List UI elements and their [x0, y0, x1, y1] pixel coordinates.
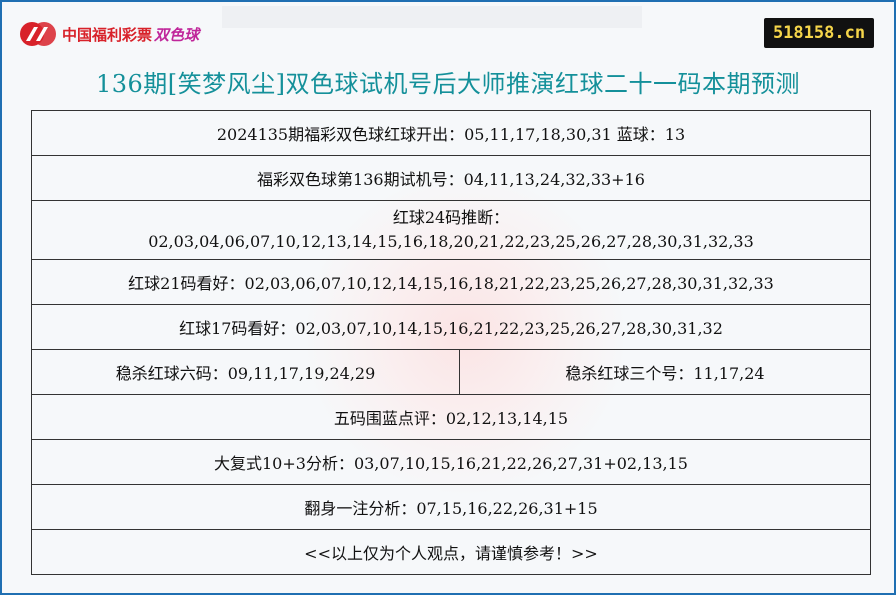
- table-row: 红球24码推断： 02,03,04,06,07,10,12,13,14,15,1…: [31, 200, 871, 260]
- table-row: 五码围蓝点评：02,12,13,14,15: [31, 394, 871, 440]
- prediction-table: 2024135期福彩双色球红球开出：05,11,17,18,30,31 蓝球：1…: [31, 110, 871, 575]
- table-row: <<以上仅为个人观点，请谨慎参考！>>: [31, 529, 871, 575]
- red24-values: 02,03,04,06,07,10,12,13,14,15,16,18,20,2…: [148, 232, 754, 251]
- red17-cell: 红球17码看好：02,03,07,10,14,15,16,21,22,23,25…: [31, 304, 871, 350]
- single-bet-cell: 翻身一注分析：07,15,16,22,26,31+15: [31, 484, 871, 530]
- table-row: 红球17码看好：02,03,07,10,14,15,16,21,22,23,25…: [31, 304, 871, 350]
- disclaimer-cell: <<以上仅为个人观点，请谨慎参考！>>: [31, 529, 871, 575]
- test-numbers-cell: 福彩双色球第136期试机号：04,11,13,24,32,33+16: [31, 155, 871, 201]
- red24-cell: 红球24码推断： 02,03,04,06,07,10,12,13,14,15,1…: [31, 200, 871, 260]
- table-row: 翻身一注分析：07,15,16,22,26,31+15: [31, 484, 871, 530]
- banner-stripe: [222, 6, 642, 28]
- table-row: 红球21码看好：02,03,06,07,10,12,14,15,16,18,21…: [31, 259, 871, 305]
- table-row: 2024135期福彩双色球红球开出：05,11,17,18,30,31 蓝球：1…: [31, 110, 871, 156]
- kill-six-cell: 稳杀红球六码：09,11,17,19,24,29: [31, 349, 460, 395]
- blue-five-cell: 五码围蓝点评：02,12,13,14,15: [31, 394, 871, 440]
- last-draw-cell: 2024135期福彩双色球红球开出：05,11,17,18,30,31 蓝球：1…: [31, 110, 871, 156]
- lottery-logo: 中国福利彩票 双色球: [18, 20, 199, 48]
- red21-cell: 红球21码看好：02,03,06,07,10,12,14,15,16,18,21…: [31, 259, 871, 305]
- table-row: 福彩双色球第136期试机号：04,11,13,24,32,33+16: [31, 155, 871, 201]
- site-badge[interactable]: 518158.cn: [764, 18, 874, 48]
- logo-text-double-color: 双色球: [154, 25, 200, 44]
- kill-three-cell: 稳杀红球三个号：11,17,24: [459, 349, 871, 395]
- welfare-lottery-logo-icon: [20, 22, 56, 46]
- big-combo-cell: 大复式10+3分析：03,07,10,15,16,21,22,26,27,31+…: [31, 439, 871, 485]
- table-row: 稳杀红球六码：09,11,17,19,24,29 稳杀红球三个号：11,17,2…: [31, 349, 871, 395]
- page-title: 136期[笑梦风尘]双色球试机号后大师推演红球二十一码本期预测: [95, 70, 801, 98]
- logo-text-welfare: 中国福利彩票: [62, 25, 153, 44]
- red24-label: 红球24码推断：: [392, 208, 510, 227]
- table-row: 大复式10+3分析：03,07,10,15,16,21,22,26,27,31+…: [31, 439, 871, 485]
